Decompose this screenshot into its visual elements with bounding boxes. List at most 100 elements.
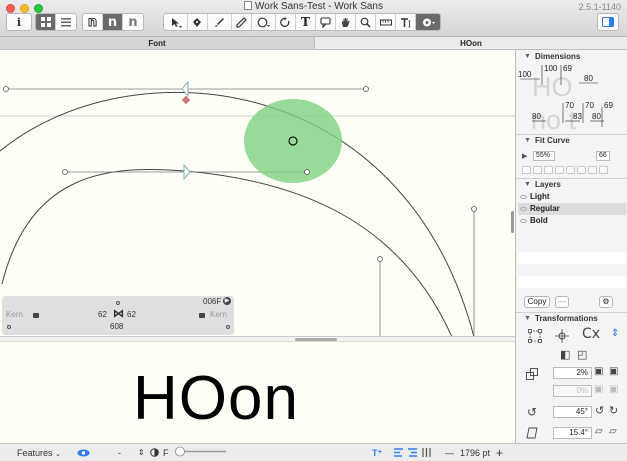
flip-vertical-icon[interactable]: ◰ <box>577 348 587 361</box>
filled-preview-button[interactable]: n <box>103 14 123 30</box>
select-tool-button[interactable] <box>164 14 188 30</box>
layers-section-header[interactable]: ▼ Layers <box>516 179 627 191</box>
outline-preview-button[interactable]: n <box>83 14 103 30</box>
layer-options-button[interactable]: ⚙ <box>599 296 613 308</box>
expand-arrow-icon[interactable]: ▶ <box>522 152 527 160</box>
eye-icon[interactable] <box>77 449 90 457</box>
shape-tool-button[interactable] <box>252 14 276 30</box>
scale-down-icon[interactable]: ▣ <box>594 366 603 377</box>
fit-preset-5[interactable] <box>566 166 575 174</box>
scale-vertical-field[interactable]: 0% <box>553 385 592 397</box>
list-view-button[interactable] <box>56 14 76 30</box>
slant-left-icon[interactable]: ▱ <box>595 426 603 437</box>
options-menu-button[interactable] <box>416 14 440 30</box>
rsb-field[interactable]: 62 <box>127 310 136 319</box>
scale-v-up-icon[interactable]: ▣ <box>609 384 618 395</box>
dim-h-stem[interactable]: 100 <box>518 70 532 79</box>
canvas-scrollbar[interactable] <box>511 211 514 233</box>
glyph-arrow-icon[interactable]: ▶ <box>223 297 231 305</box>
fit-preset-4[interactable] <box>555 166 564 174</box>
layer-row-bold[interactable]: Bold <box>518 215 626 227</box>
bounding-box-origin-icon[interactable] <box>528 329 542 343</box>
measure-tool-button[interactable] <box>376 14 396 30</box>
zoom-tool-button[interactable] <box>356 14 376 30</box>
tab-font[interactable]: Font <box>0 37 315 49</box>
layer-eye-icon[interactable] <box>520 195 527 199</box>
layer-row-light[interactable]: Light <box>518 191 626 203</box>
fit-preset-2[interactable] <box>533 166 542 174</box>
preview-size-slider[interactable] <box>174 446 226 457</box>
dim-o-top[interactable]: 69 <box>563 64 572 73</box>
gray-preview-button[interactable]: n <box>123 14 143 30</box>
zoom-in-button[interactable]: + <box>496 446 503 460</box>
scale-up-icon[interactable]: ▣ <box>609 366 618 377</box>
draw-tool-button[interactable] <box>188 14 208 30</box>
hand-tool-button[interactable] <box>336 14 356 30</box>
left-kerning-field[interactable]: Kern <box>6 310 23 319</box>
columns-icon[interactable] <box>422 448 431 457</box>
features-popup[interactable]: Features ⌄ <box>17 448 61 458</box>
slant-right-icon[interactable]: ▱ <box>609 426 617 437</box>
dim-n-top[interactable]: 70 <box>585 101 594 110</box>
info-button[interactable]: i <box>6 13 32 31</box>
align-right-icon[interactable] <box>408 448 417 457</box>
handle-node[interactable] <box>363 86 369 92</box>
handle-node[interactable] <box>304 169 310 175</box>
handle-node[interactable] <box>377 256 383 262</box>
handle-node[interactable] <box>471 206 477 212</box>
split-grip[interactable] <box>295 338 337 341</box>
scale-v-down-icon[interactable]: ▣ <box>594 384 603 395</box>
left-lock-icon[interactable] <box>33 313 39 318</box>
dim-t-side[interactable]: 80 <box>592 112 601 121</box>
fit-curve-section-header[interactable]: ▼ Fit Curve <box>516 135 627 147</box>
brush-tool-button[interactable] <box>208 14 232 30</box>
scale-field[interactable]: 2% <box>553 367 592 379</box>
dimensions-widget[interactable]: HO no t 100 100 69 80 70 70 69 80 83 80 <box>518 63 626 133</box>
tab-hoon[interactable]: HOon <box>315 37 627 49</box>
slant-field[interactable]: 15.4° <box>553 427 592 439</box>
handle-node[interactable] <box>3 86 9 92</box>
fit-preset-6[interactable] <box>577 166 586 174</box>
width-link-icon[interactable]: ⋈ <box>113 307 124 320</box>
rotate-ccw-icon[interactable]: ↺ <box>595 404 604 417</box>
dim-n-bottom[interactable]: 83 <box>573 112 582 121</box>
handle-node[interactable] <box>62 169 68 175</box>
text-direction-icon[interactable]: T⁺ <box>372 448 382 459</box>
dim-n-stem[interactable]: 70 <box>565 101 574 110</box>
advance-width-field[interactable]: 608 <box>110 322 123 331</box>
zoom-out-button[interactable]: — <box>445 448 454 458</box>
text-metrics-button[interactable] <box>396 14 416 30</box>
rotate-field[interactable]: 45° <box>553 406 592 418</box>
rotate-cw-icon[interactable]: ↻ <box>609 404 618 417</box>
contrast-icon[interactable] <box>150 448 159 457</box>
align-left-icon[interactable] <box>394 448 403 457</box>
cx-transform-label[interactable]: Cx <box>582 326 600 342</box>
fit-curve-max-field[interactable]: 66 <box>596 151 610 161</box>
fit-preset-3[interactable] <box>544 166 553 174</box>
fit-curve-min-field[interactable]: 55% <box>533 151 555 161</box>
font-size-field[interactable]: 1796 pt <box>460 448 490 458</box>
dimensions-section-header[interactable]: ▼ Dimensions <box>516 51 627 63</box>
lsb-field[interactable]: 62 <box>98 310 107 319</box>
anchor-node[interactable] <box>181 95 191 105</box>
layer-eye-icon[interactable] <box>520 207 527 211</box>
text-tool-button[interactable]: T <box>296 14 316 30</box>
toggle-sidebar-button[interactable] <box>597 13 619 31</box>
scale-icon[interactable] <box>526 368 538 380</box>
oncurve-node[interactable] <box>181 80 189 98</box>
fit-preset-7[interactable] <box>588 166 597 174</box>
dim-n-side[interactable]: 80 <box>532 112 541 121</box>
stepper-icon[interactable]: ⇕ <box>138 448 145 457</box>
grid-view-button[interactable] <box>36 14 56 30</box>
right-kerning-field[interactable]: Kern <box>210 310 227 319</box>
rotate-tool-button[interactable] <box>276 14 296 30</box>
pencil-tool-button[interactable] <box>232 14 252 30</box>
transformations-section-header[interactable]: ▼ Transformations <box>516 313 627 325</box>
oncurve-node[interactable] <box>183 163 191 181</box>
right-lock-icon[interactable] <box>199 313 205 318</box>
layer-eye-icon[interactable] <box>520 219 527 223</box>
fit-preset-1[interactable] <box>522 166 531 174</box>
align-center-icon[interactable] <box>555 329 569 343</box>
dim-o-side[interactable]: 80 <box>584 74 593 83</box>
remove-layer-button[interactable]: — <box>555 296 569 308</box>
